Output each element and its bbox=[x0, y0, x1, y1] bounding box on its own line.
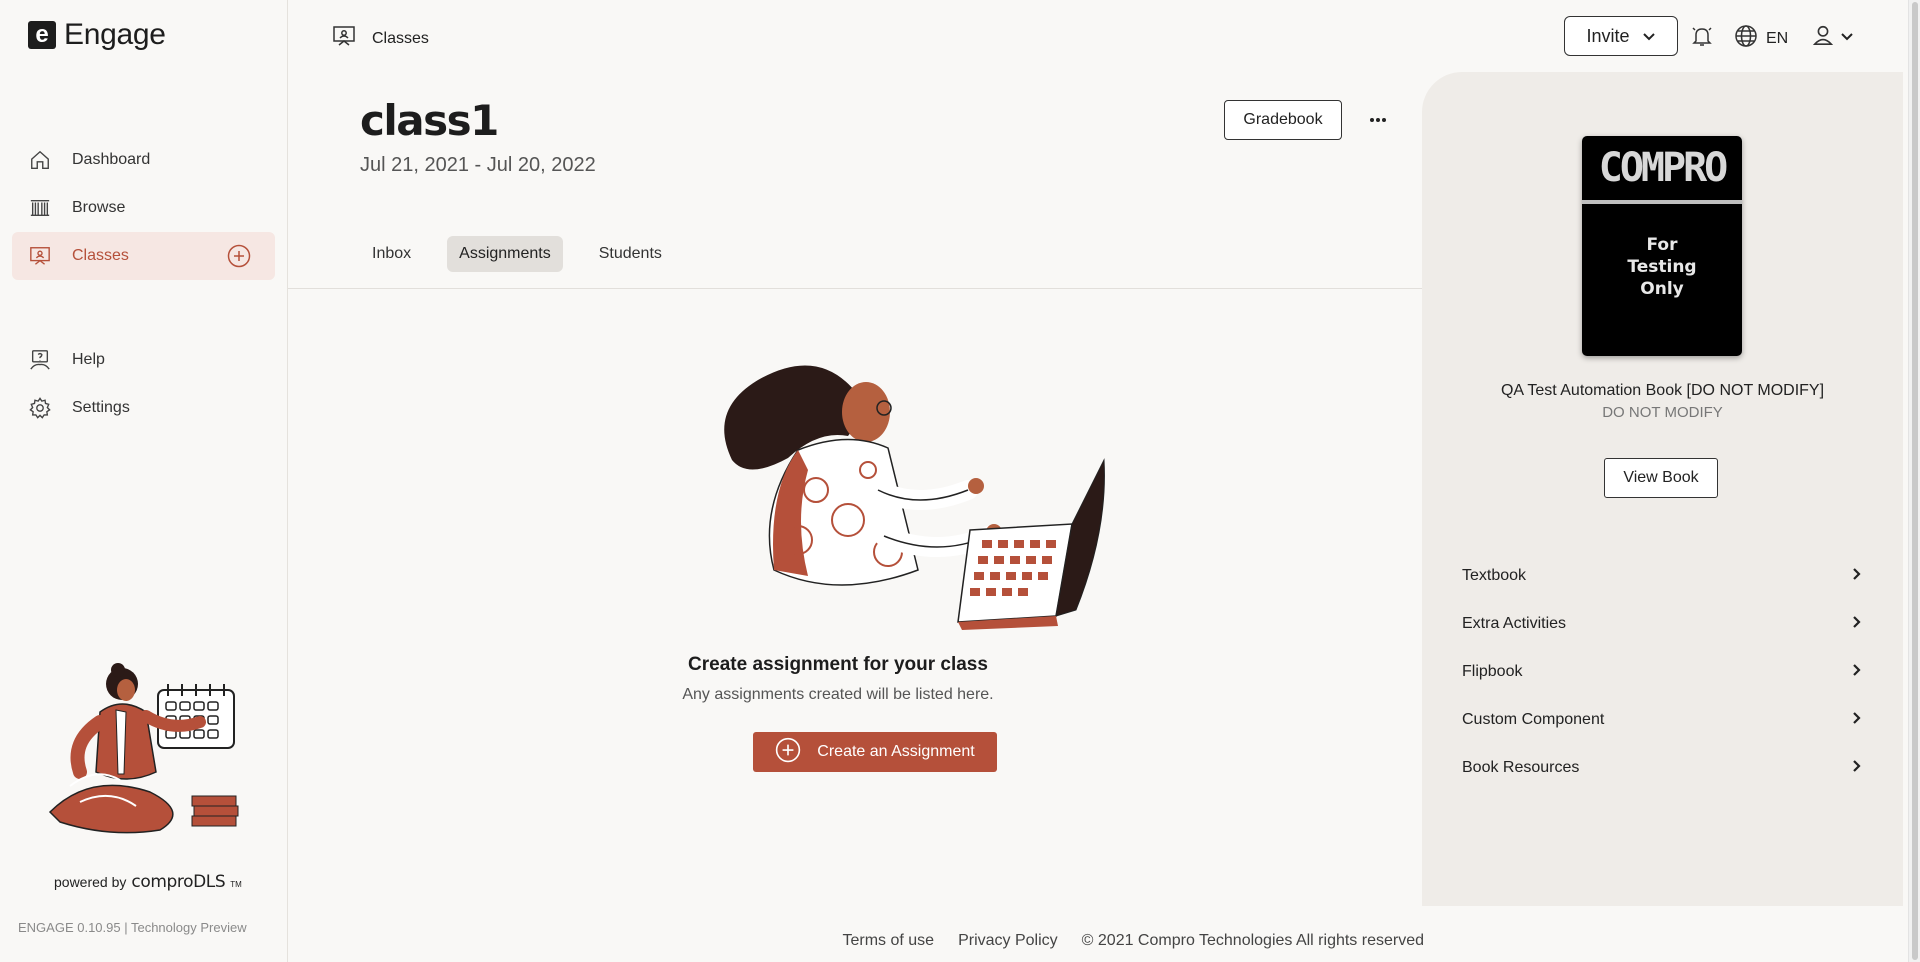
logo-mark: e bbox=[28, 21, 56, 49]
gradebook-button[interactable]: Gradebook bbox=[1224, 100, 1342, 140]
chevron-right-icon bbox=[1852, 615, 1862, 634]
cover-brand: COMPRO bbox=[1582, 136, 1742, 204]
cover-line: Testing bbox=[1627, 257, 1697, 277]
class-dates: Jul 21, 2021 - Jul 20, 2022 bbox=[360, 154, 596, 176]
sidebar-item-help[interactable]: Help bbox=[12, 336, 275, 384]
chevron-down-icon bbox=[1642, 26, 1656, 47]
brand-logo-text: comproDLS bbox=[131, 872, 226, 892]
sidebar-item-classes[interactable]: Classes bbox=[12, 232, 275, 280]
terms-link[interactable]: Terms of use bbox=[842, 932, 934, 950]
book-cover[interactable]: COMPRO For Testing Only bbox=[1582, 136, 1742, 356]
chevron-right-icon bbox=[1852, 567, 1862, 586]
chevron-right-icon bbox=[1852, 663, 1862, 682]
sidebar: e Engage Dashboard Browse Classes Help S… bbox=[0, 0, 288, 962]
trademark-mark: TM bbox=[230, 880, 242, 889]
tabs-divider bbox=[288, 288, 1424, 289]
book-subtitle: DO NOT MODIFY bbox=[1602, 404, 1723, 421]
page-scrollbar[interactable] bbox=[1908, 0, 1920, 962]
chevron-right-icon bbox=[1852, 759, 1862, 778]
cover-text: For Testing Only bbox=[1582, 204, 1742, 300]
resource-label: Extra Activities bbox=[1462, 615, 1567, 632]
tab-assignments[interactable]: Assignments bbox=[447, 236, 563, 272]
sidebar-item-dashboard[interactable]: Dashboard bbox=[12, 136, 275, 184]
invite-button[interactable]: Invite bbox=[1564, 16, 1678, 56]
library-icon bbox=[28, 196, 52, 220]
app-logo[interactable]: e Engage bbox=[28, 18, 166, 52]
resource-label: Textbook bbox=[1462, 567, 1527, 584]
book-title: QA Test Automation Book [DO NOT MODIFY] bbox=[1500, 382, 1825, 399]
empty-state-illustration bbox=[648, 340, 1108, 640]
book-panel: COMPRO For Testing Only QA Test Automati… bbox=[1422, 72, 1903, 906]
cover-line: For bbox=[1646, 235, 1678, 255]
sidebar-illustration bbox=[40, 662, 250, 842]
privacy-link[interactable]: Privacy Policy bbox=[958, 932, 1058, 950]
resource-label: Book Resources bbox=[1462, 759, 1580, 776]
footer: Terms of use Privacy Policy © 2021 Compr… bbox=[288, 932, 1424, 950]
classroom-icon bbox=[332, 24, 356, 53]
sidebar-item-label: Help bbox=[72, 351, 105, 368]
add-class-icon[interactable] bbox=[227, 244, 251, 268]
cover-line: Only bbox=[1640, 279, 1684, 299]
notification-bell-icon[interactable] bbox=[1690, 24, 1714, 53]
globe-icon bbox=[1734, 24, 1758, 53]
more-options-icon[interactable] bbox=[1358, 100, 1398, 140]
create-assignment-button[interactable]: Create an Assignment bbox=[753, 732, 997, 772]
gear-icon bbox=[28, 396, 52, 420]
resource-item-textbook[interactable]: Textbook bbox=[1462, 552, 1862, 600]
page-title: class1 bbox=[360, 96, 499, 145]
top-bar: Classes Invite EN bbox=[288, 0, 1906, 70]
sidebar-item-label: Settings bbox=[72, 399, 130, 416]
sidebar-item-browse[interactable]: Browse bbox=[12, 184, 275, 232]
classroom-icon bbox=[28, 244, 52, 268]
tab-inbox[interactable]: Inbox bbox=[360, 236, 423, 272]
resource-label: Flipbook bbox=[1462, 663, 1523, 680]
resource-item-custom-component[interactable]: Custom Component bbox=[1462, 696, 1862, 744]
view-book-button[interactable]: View Book bbox=[1604, 458, 1718, 498]
sidebar-item-label: Classes bbox=[72, 247, 129, 264]
invite-label: Invite bbox=[1586, 25, 1630, 46]
tab-students[interactable]: Students bbox=[587, 236, 674, 272]
sidebar-item-label: Browse bbox=[72, 199, 126, 216]
plus-circle-icon bbox=[775, 737, 801, 768]
resource-label: Custom Component bbox=[1462, 711, 1605, 728]
language-selector[interactable]: EN bbox=[1734, 24, 1788, 53]
book-resources-list: Textbook Extra Activities Flipbook Custo… bbox=[1462, 552, 1862, 792]
app-name: Engage bbox=[64, 18, 166, 51]
app-version: ENGAGE 0.10.95 | Technology Preview bbox=[18, 920, 247, 935]
breadcrumb: Classes bbox=[332, 24, 429, 53]
breadcrumb-classes[interactable]: Classes bbox=[372, 30, 429, 48]
powered-by: powered by comproDLS TM bbox=[54, 872, 242, 892]
sidebar-item-label: Dashboard bbox=[72, 151, 151, 168]
help-icon bbox=[28, 348, 52, 372]
sidebar-nav: Dashboard Browse Classes Help Settings bbox=[12, 136, 275, 432]
language-code: EN bbox=[1766, 29, 1789, 47]
powered-by-label: powered by bbox=[54, 874, 127, 890]
resource-item-extra-activities[interactable]: Extra Activities bbox=[1462, 600, 1862, 648]
sidebar-item-settings[interactable]: Settings bbox=[12, 384, 275, 432]
empty-state-title: Create assignment for your class bbox=[688, 654, 988, 675]
copyright-text: © 2021 Compro Technologies All rights re… bbox=[1081, 932, 1424, 949]
chevron-down-icon bbox=[1840, 29, 1854, 47]
main-content: class1 Jul 21, 2021 - Jul 20, 2022 Grade… bbox=[288, 70, 1424, 962]
resource-item-book-resources[interactable]: Book Resources bbox=[1462, 744, 1862, 792]
home-icon bbox=[28, 148, 52, 172]
chevron-right-icon bbox=[1852, 711, 1862, 730]
user-menu[interactable] bbox=[1812, 24, 1854, 51]
create-assignment-label: Create an Assignment bbox=[817, 743, 975, 760]
resource-item-flipbook[interactable]: Flipbook bbox=[1462, 648, 1862, 696]
scrollbar-thumb[interactable] bbox=[1912, 2, 1918, 960]
empty-state-subtitle: Any assignments created will be listed h… bbox=[682, 686, 994, 703]
user-icon bbox=[1812, 24, 1834, 51]
class-tabs: Inbox Assignments Students bbox=[360, 236, 674, 272]
